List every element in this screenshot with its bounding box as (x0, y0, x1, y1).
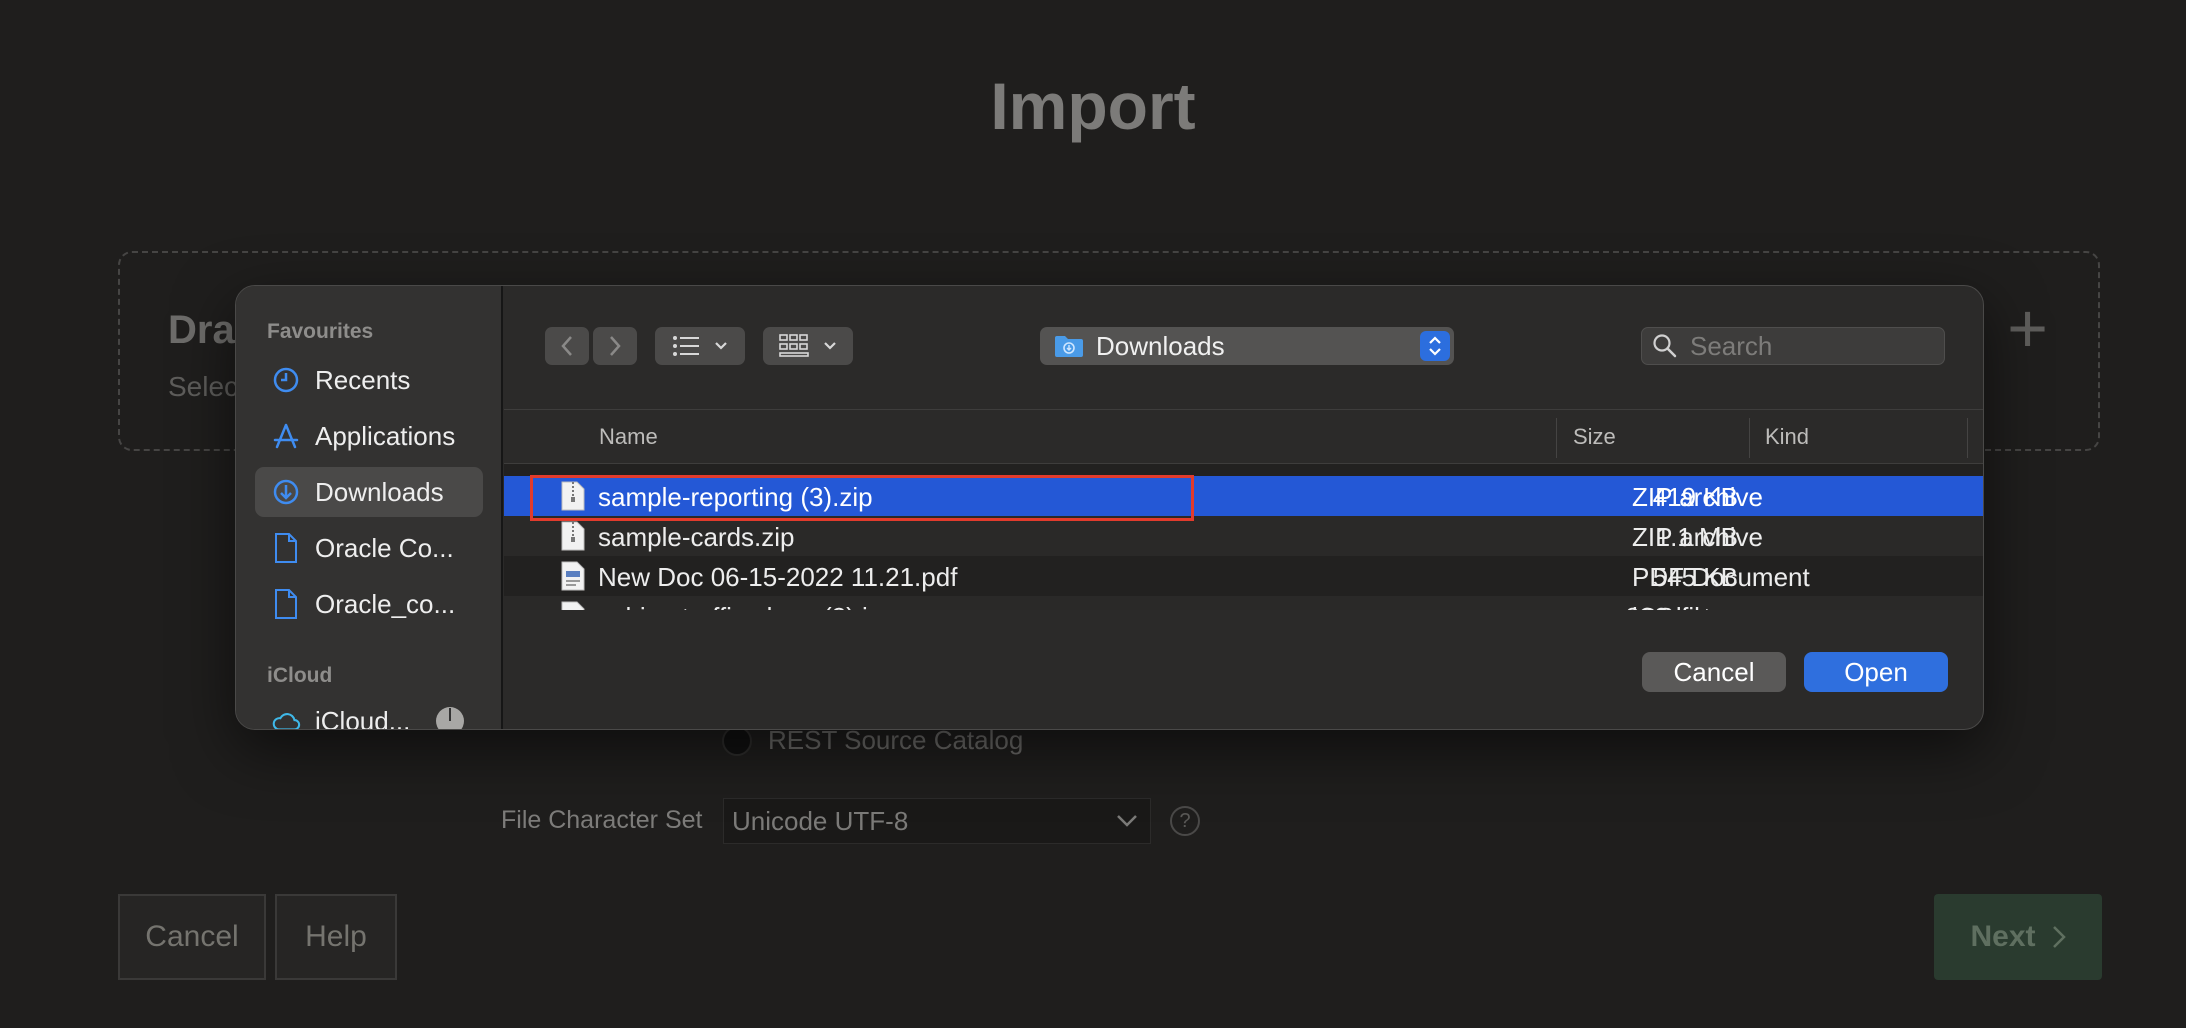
sidebar-item-applications[interactable]: Applications (255, 411, 483, 461)
stepper-icon (1420, 331, 1450, 361)
sidebar-item-label: Applications (315, 420, 456, 451)
radio-button[interactable] (722, 725, 752, 756)
sidebar-item-label: iCloud... (315, 705, 411, 730)
charset-value: Unicode UTF-8 (732, 805, 909, 836)
file-list[interactable]: Name Size Kind sample-reporting (3).zip … (504, 409, 1983, 610)
file-name: sphinx-traffic-clean (2).ics (598, 602, 894, 610)
document-icon (271, 533, 301, 563)
grid-icon (779, 334, 809, 357)
sidebar-item-oracle-co-2[interactable]: Oracle_co... (255, 579, 483, 629)
next-button[interactable]: Next (1934, 894, 2102, 980)
applications-icon (271, 421, 301, 451)
sidebar-item-recents[interactable]: Recents (255, 355, 483, 405)
column-header-name[interactable]: Name (599, 424, 658, 450)
file-row[interactable]: New Doc 06-15-2022 11.21.pdf 545 KB PDF … (504, 556, 1983, 596)
chevron-right-icon (610, 336, 621, 356)
sidebar: Favourites Recents Applications Download… (236, 286, 503, 729)
download-icon (271, 477, 301, 507)
zip-file-icon (561, 521, 585, 551)
sidebar-item-icloud[interactable]: iCloud... (255, 696, 483, 730)
favourites-heading: Favourites (267, 320, 374, 343)
search-field[interactable] (1641, 327, 1945, 365)
search-input[interactable] (1688, 329, 1932, 363)
sidebar-item-oracle-co[interactable]: Oracle Co... (255, 523, 483, 573)
sidebar-item-label: Recents (315, 364, 411, 395)
chevron-down-icon (715, 342, 727, 350)
chevron-right-icon (2052, 926, 2066, 948)
dialog-cancel-button[interactable]: Cancel (1642, 652, 1786, 692)
chevron-down-icon (824, 342, 836, 350)
sidebar-item-label: Oracle Co... (315, 532, 454, 563)
chevron-left-icon (561, 336, 572, 356)
dropzone-subtitle: Selec (168, 371, 239, 402)
list-header: Name Size Kind (504, 409, 1983, 464)
add-icon[interactable]: + (2007, 293, 2048, 363)
file-kind: ZIP archive (1632, 522, 1764, 552)
list-icon (673, 336, 699, 356)
clock-icon (271, 365, 301, 395)
column-divider (1967, 418, 1968, 458)
grid-view-button[interactable] (763, 327, 853, 365)
document-icon (271, 589, 301, 619)
next-label: Next (1970, 920, 2036, 953)
file-kind: ZIP archive (1632, 482, 1764, 512)
column-header-kind[interactable]: Kind (1765, 424, 1809, 450)
sync-progress-icon (436, 707, 464, 729)
zip-file-icon (561, 481, 585, 511)
help-icon[interactable]: ? (1170, 806, 1200, 836)
sidebar-item-label: Downloads (315, 476, 444, 507)
open-button[interactable]: Open (1804, 652, 1948, 692)
page-title: Import (990, 69, 1196, 143)
file-kind: iCS file (1632, 602, 1714, 610)
file-name: sample-reporting (3).zip (598, 482, 873, 512)
sidebar-item-label: Oracle_co... (315, 588, 456, 619)
file-kind: PDF Document (1632, 562, 1810, 592)
file-open-dialog: Favourites Recents Applications Download… (235, 285, 1984, 730)
calendar-file-icon (561, 601, 585, 610)
location-label: Downloads (1096, 330, 1225, 361)
list-view-button[interactable] (655, 327, 745, 365)
file-row[interactable]: sample-cards.zip 1.1 MB ZIP archive (504, 516, 1983, 556)
column-header-size[interactable]: Size (1573, 424, 1616, 450)
chevron-down-icon (1117, 815, 1137, 827)
file-row-selected[interactable]: sample-reporting (3).zip 419 KB ZIP arch… (504, 476, 1983, 516)
charset-label: File Character Set (501, 806, 703, 834)
back-button[interactable] (545, 327, 589, 365)
forward-button[interactable] (593, 327, 637, 365)
column-divider (1556, 418, 1557, 458)
search-icon (1653, 334, 1677, 358)
icloud-heading: iCloud (267, 664, 333, 687)
folder-icon (1055, 336, 1083, 357)
location-popup[interactable]: Downloads (1040, 327, 1454, 365)
charset-select[interactable]: Unicode UTF-8 (723, 798, 1151, 844)
file-name: New Doc 06-15-2022 11.21.pdf (598, 562, 958, 592)
page-help-button[interactable]: Help (275, 894, 397, 980)
page-cancel-button[interactable]: Cancel (118, 894, 266, 980)
column-divider (1749, 418, 1750, 458)
sidebar-item-downloads[interactable]: Downloads (255, 467, 483, 517)
file-name: sample-cards.zip (598, 522, 795, 552)
pdf-file-icon (561, 561, 585, 591)
cloud-icon (271, 706, 301, 729)
file-row[interactable]: sphinx-traffic-clean (2).ics 000 bytes i… (504, 596, 1983, 610)
dropzone-title: Dra (168, 308, 235, 352)
